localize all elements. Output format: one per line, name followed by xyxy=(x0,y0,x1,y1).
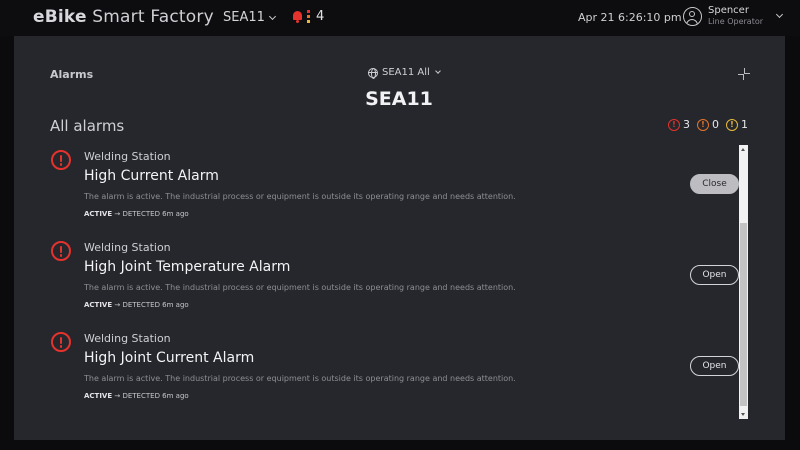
minor-alert-icon: ! xyxy=(726,118,738,131)
alarm-item: Welding Station High Joint Current Alarm… xyxy=(40,328,752,410)
alarm-station: Welding Station xyxy=(84,241,171,254)
bell-icon xyxy=(292,10,303,23)
major-count[interactable]: ! 0 xyxy=(697,118,719,131)
user-avatar-icon xyxy=(683,6,702,26)
close-alarm-button[interactable]: Close xyxy=(690,174,739,194)
alarm-state: ACTIVE xyxy=(84,301,113,309)
alarm-description: The alarm is active. The industrial proc… xyxy=(84,283,516,292)
alarm-item: Welding Station High Joint Temperature A… xyxy=(40,237,752,319)
chevron-down-icon xyxy=(434,68,441,74)
app-brand: eBike Smart Factory xyxy=(33,7,214,27)
alarm-state: ACTIVE xyxy=(84,210,113,218)
alarm-list-title: All alarms xyxy=(50,117,125,135)
panel-title: Alarms xyxy=(50,68,94,81)
critical-count-value: 3 xyxy=(683,118,690,131)
alarm-state: ACTIVE xyxy=(84,392,113,400)
minor-count[interactable]: ! 1 xyxy=(726,118,748,131)
notification-count: 4 xyxy=(316,9,325,24)
site-selector[interactable]: SEA11 xyxy=(223,10,276,25)
alarms-panel: Alarms SEA11 All SEA11 All alarms ! 3 ! … xyxy=(14,36,785,440)
major-count-value: 0 xyxy=(712,118,719,131)
user-menu[interactable]: Spencer Line Operator xyxy=(683,5,784,26)
major-alert-icon: ! xyxy=(697,118,709,131)
user-role: Line Operator xyxy=(708,17,764,26)
alarm-detected: → DETECTED 6m ago xyxy=(114,392,189,400)
scope-label: SEA11 All xyxy=(382,67,430,78)
open-alarm-button[interactable]: Open xyxy=(690,356,739,376)
open-alarm-button[interactable]: Open xyxy=(690,265,739,285)
alarm-station: Welding Station xyxy=(84,332,171,345)
chevron-down-icon xyxy=(268,12,276,20)
alarm-description: The alarm is active. The industrial proc… xyxy=(84,374,516,383)
alarm-title: High Current Alarm xyxy=(84,168,219,184)
critical-alert-icon: ! xyxy=(668,118,680,131)
collapse-icon[interactable] xyxy=(738,68,750,80)
alarm-status: ACTIVE → DETECTED 6m ago xyxy=(84,301,189,309)
alarm-title: High Joint Temperature Alarm xyxy=(84,259,291,275)
site-selector-label: SEA11 xyxy=(223,10,265,25)
severity-counts: ! 3 ! 0 ! 1 xyxy=(668,118,748,131)
user-name: Spencer xyxy=(708,5,749,16)
current-datetime: Apr 21 6:26:10 pm xyxy=(578,11,682,24)
alarm-item: Welding Station High Current Alarm The a… xyxy=(40,146,752,228)
alarm-detected: → DETECTED 6m ago xyxy=(114,210,189,218)
alarm-list[interactable]: Welding Station High Current Alarm The a… xyxy=(40,146,752,418)
alarm-detected: → DETECTED 6m ago xyxy=(114,301,189,309)
alarm-status: ACTIVE → DETECTED 6m ago xyxy=(84,392,189,400)
critical-alert-icon xyxy=(51,332,71,352)
alarm-title: High Joint Current Alarm xyxy=(84,350,255,366)
severity-bars-icon xyxy=(307,10,310,23)
minor-count-value: 1 xyxy=(741,118,748,131)
site-heading: SEA11 xyxy=(365,88,433,110)
notifications-button[interactable]: 4 xyxy=(292,9,324,24)
alarm-status: ACTIVE → DETECTED 6m ago xyxy=(84,210,189,218)
critical-alert-icon xyxy=(51,150,71,170)
globe-icon xyxy=(368,67,378,79)
top-bar: eBike Smart Factory SEA11 4 Apr 21 6:26:… xyxy=(0,0,800,36)
chevron-down-icon xyxy=(775,10,784,19)
scope-selector[interactable]: SEA11 All xyxy=(368,67,441,79)
critical-count[interactable]: ! 3 xyxy=(668,118,690,131)
scroll-up-arrow-icon[interactable] xyxy=(741,148,745,151)
alarm-station: Welding Station xyxy=(84,150,171,163)
critical-alert-icon xyxy=(51,241,71,261)
scrollbar-thumb[interactable] xyxy=(740,223,747,406)
alarm-list-scrollbar[interactable] xyxy=(739,145,748,419)
scroll-down-arrow-icon[interactable] xyxy=(741,413,745,416)
alarm-description: The alarm is active. The industrial proc… xyxy=(84,192,516,201)
